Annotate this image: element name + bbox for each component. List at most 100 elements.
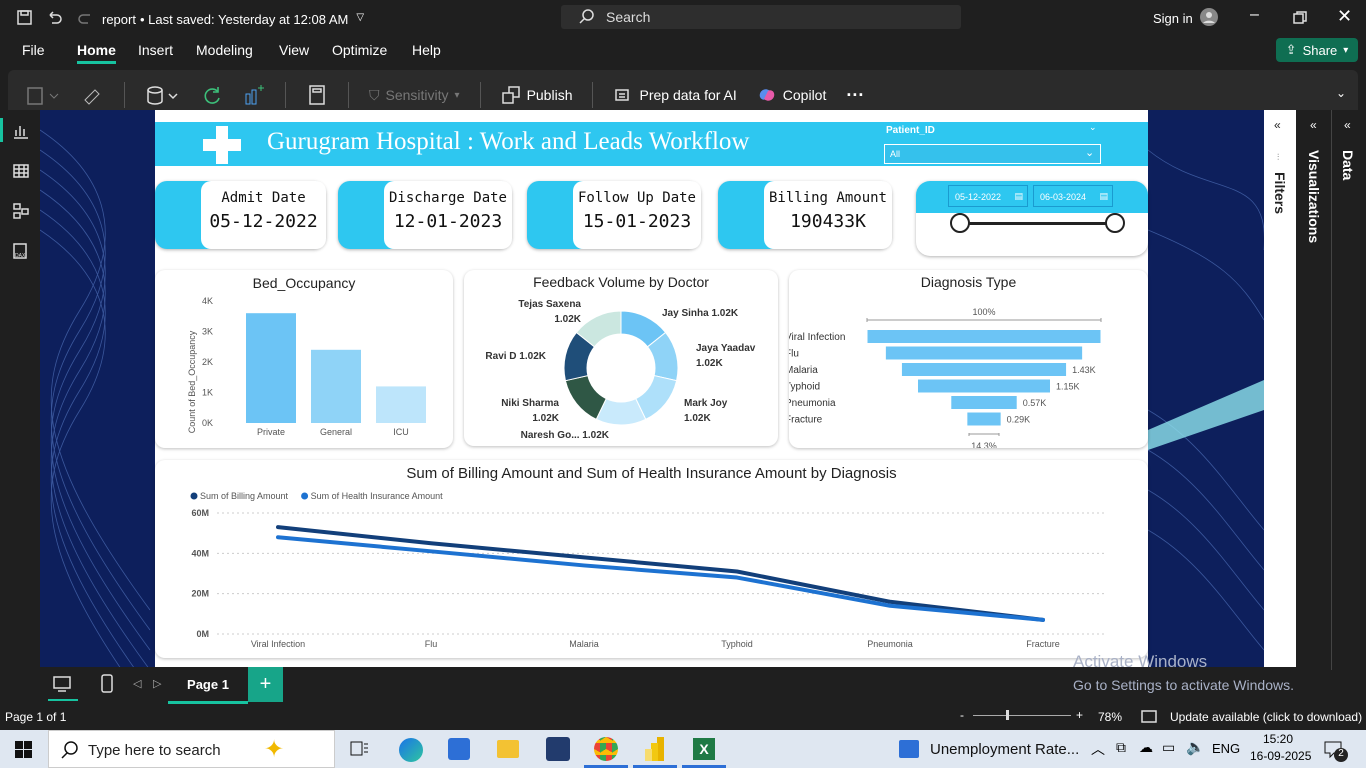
- chevron-left-icon[interactable]: «: [1274, 118, 1281, 132]
- redo-icon[interactable]: [76, 9, 94, 27]
- minimize-icon[interactable]: –: [1250, 6, 1259, 24]
- mobile-layout-icon[interactable]: [100, 674, 114, 694]
- kpi-value: 05-12-2022: [209, 211, 318, 232]
- chevron-left-icon[interactable]: «: [1310, 118, 1317, 132]
- filters-pane[interactable]: « ⫶ Filters: [1264, 110, 1296, 670]
- chevron-left-icon[interactable]: ◁: [133, 677, 141, 690]
- menu-insert[interactable]: Insert: [138, 42, 173, 58]
- undo-icon[interactable]: [46, 9, 64, 27]
- shield-icon: ⛉: [369, 86, 380, 103]
- store-icon[interactable]: [448, 738, 470, 760]
- fit-page-icon[interactable]: [1141, 710, 1157, 723]
- patient-filter-label: Patient_ID: [886, 125, 935, 136]
- power-bi-icon: [645, 737, 664, 761]
- chrome-taskbar-item[interactable]: [584, 730, 628, 768]
- meet-now-icon[interactable]: ⧉: [1116, 739, 1126, 756]
- excel-taskbar-item[interactable]: X: [682, 730, 726, 768]
- weather-widget-label[interactable]: Unemployment Rate...: [930, 741, 1079, 758]
- prep-data-button[interactable]: Prep data for AI: [613, 85, 737, 105]
- zoom-slider[interactable]: [973, 715, 1071, 716]
- search-box[interactable]: Search: [561, 5, 961, 29]
- user-avatar-icon[interactable]: [1199, 7, 1219, 27]
- sparkle-icon: ✦: [264, 736, 285, 763]
- report-view-icon[interactable]: [12, 122, 30, 140]
- chevron-down-icon: ⌄: [1085, 147, 1095, 159]
- menu-file[interactable]: File: [22, 42, 45, 58]
- widget-icon[interactable]: [899, 740, 919, 758]
- data-label: Jay Sinha 1.02K: [662, 308, 739, 319]
- edge-icon[interactable]: [399, 738, 423, 762]
- taskbar-search[interactable]: Type here to search ✦: [48, 730, 335, 768]
- data-label: 1.15K: [1056, 382, 1080, 392]
- visualizations-pane[interactable]: « Visualizations: [1298, 110, 1330, 670]
- start-date-input[interactable]: 05-12-2022 ▤: [948, 185, 1028, 207]
- kpi-body: Discharge Date 12-01-2023: [384, 181, 512, 249]
- clock-date[interactable]: 16-09-2025: [1250, 749, 1311, 763]
- get-data-icon[interactable]: [145, 84, 181, 106]
- slider-start-handle[interactable]: [950, 213, 970, 233]
- chevron-down-icon[interactable]: ⌄: [1089, 122, 1097, 133]
- divider: [124, 82, 125, 108]
- sign-in-link[interactable]: Sign in: [1153, 11, 1193, 26]
- page-tab[interactable]: Page 1: [168, 667, 248, 704]
- sensitivity-button[interactable]: ⛉ Sensitivity ▾: [369, 87, 460, 104]
- powerbi-taskbar-item[interactable]: [633, 730, 677, 768]
- chevron-left-icon[interactable]: «: [1344, 118, 1351, 132]
- data-label: Naresh Go... 1.02K: [521, 430, 610, 441]
- file-explorer-icon[interactable]: [497, 740, 519, 758]
- end-date-input[interactable]: 06-03-2024 ▤: [1033, 185, 1113, 207]
- table-view-icon[interactable]: [12, 162, 30, 180]
- task-view-icon[interactable]: [350, 740, 370, 758]
- kpi-value: 190433K: [790, 211, 866, 232]
- menu-modeling[interactable]: Modeling: [196, 42, 253, 58]
- paste-icon[interactable]: [26, 84, 62, 106]
- share-button[interactable]: ⇪ Share ▾: [1276, 38, 1358, 62]
- menu-view[interactable]: View: [279, 42, 309, 58]
- add-page-button[interactable]: +: [248, 667, 283, 702]
- y-tick-label: 4K: [202, 296, 213, 306]
- kpi-value: 15-01-2023: [582, 211, 692, 232]
- zoom-in-button[interactable]: +: [1076, 708, 1083, 722]
- language-indicator[interactable]: ENG: [1212, 741, 1240, 756]
- menu-help[interactable]: Help: [412, 42, 441, 58]
- slider-end-handle[interactable]: [1105, 213, 1125, 233]
- onedrive-icon[interactable]: ☁: [1139, 739, 1153, 756]
- model-view-icon[interactable]: [12, 202, 30, 220]
- zoom-slider-thumb[interactable]: [1006, 710, 1009, 720]
- windows-start-icon[interactable]: [15, 741, 32, 758]
- zoom-level[interactable]: 78%: [1098, 710, 1122, 724]
- more-options-button[interactable]: ···: [846, 85, 864, 106]
- chevron-right-icon[interactable]: ▷: [153, 677, 161, 690]
- data-label: Data: [1340, 150, 1356, 181]
- copilot-button[interactable]: Copilot: [757, 85, 826, 105]
- menu-optimize[interactable]: Optimize: [332, 42, 387, 58]
- calendar-icon: ▤: [1014, 191, 1023, 201]
- restore-icon[interactable]: [1293, 11, 1307, 25]
- format-painter-icon[interactable]: [82, 84, 104, 106]
- chevron-down-icon[interactable]: ⌄: [1336, 86, 1346, 100]
- dax-query-icon[interactable]: DAX: [12, 242, 30, 260]
- zoom-out-button[interactable]: -: [960, 708, 964, 722]
- menu-home[interactable]: Home: [77, 42, 116, 64]
- y-tick-label: 0K: [202, 418, 213, 428]
- patient-id-dropdown[interactable]: All ⌄: [884, 144, 1101, 164]
- volume-icon[interactable]: 🔈: [1186, 738, 1205, 756]
- close-icon[interactable]: ✕: [1337, 6, 1352, 27]
- document-title[interactable]: report • Last saved: Yesterday at 12:08 …: [102, 12, 364, 27]
- clock-time[interactable]: 15:20: [1263, 732, 1293, 746]
- x-tick-label: Malaria: [569, 639, 599, 649]
- new-visual-icon[interactable]: [243, 84, 265, 106]
- app-icon[interactable]: [546, 737, 570, 761]
- network-icon[interactable]: ▭: [1162, 739, 1175, 756]
- refresh-icon[interactable]: [201, 84, 223, 106]
- save-icon[interactable]: [16, 9, 34, 27]
- data-pane[interactable]: « Data: [1334, 110, 1366, 670]
- update-notice[interactable]: Update available (click to download): [1170, 710, 1362, 724]
- calculator-icon[interactable]: [306, 84, 328, 106]
- publish-button[interactable]: Publish: [501, 85, 572, 105]
- chevron-up-icon[interactable]: ︿: [1091, 739, 1105, 759]
- desktop-layout-icon[interactable]: [53, 675, 71, 693]
- share-icon: ⇪: [1285, 42, 1297, 57]
- category-label: Fracture: [789, 415, 823, 426]
- kpi-admit-date: Admit Date 05-12-2022: [155, 181, 326, 249]
